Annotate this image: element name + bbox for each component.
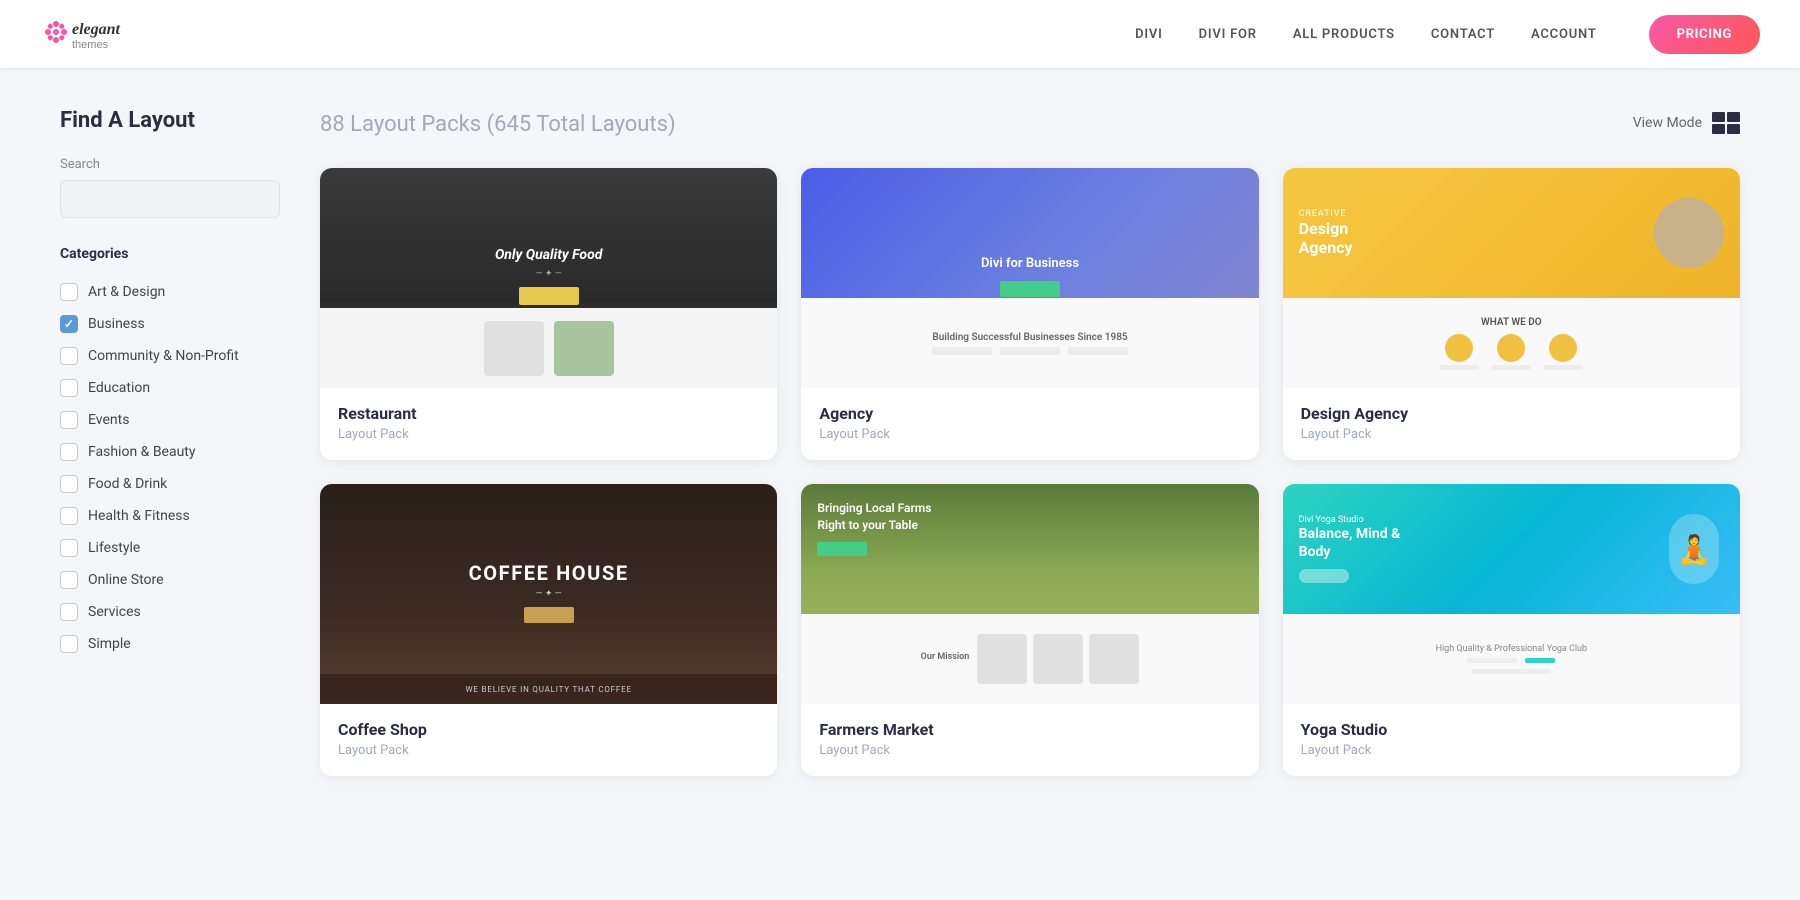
cards-grid: Only Quality Food — ✦ — Restaurant Layout… (320, 168, 1740, 776)
count-label: 88 Layout Packs (320, 112, 487, 137)
category-item-simple[interactable]: Simple (60, 628, 280, 660)
card-subtitle: Layout Pack (338, 743, 759, 758)
card-info: Design Agency Layout Pack (1283, 388, 1740, 460)
card-info: Agency Layout Pack (801, 388, 1258, 460)
navbar: elegant themes DIVI DIVI FOR ALL PRODUCT… (0, 0, 1800, 68)
card-info: Yoga Studio Layout Pack (1283, 704, 1740, 776)
card-thumbnail: Divi for Business Building Successful Bu… (801, 168, 1258, 388)
card-thumbnail: Bringing Local FarmsRight to your Table … (801, 484, 1258, 704)
view-mode-icon[interactable] (1712, 112, 1740, 134)
nav-divi[interactable]: DIVI (1135, 27, 1163, 42)
category-checkbox[interactable] (60, 411, 78, 429)
category-label: Business (88, 316, 145, 332)
nav-account[interactable]: ACCOUNT (1531, 27, 1597, 42)
card-title: Coffee Shop (338, 720, 759, 739)
nav-pricing-button[interactable]: PRICING (1649, 15, 1760, 54)
card-title: Agency (819, 404, 1240, 423)
card-title: Yoga Studio (1301, 720, 1722, 739)
category-label: Health & Fitness (88, 508, 190, 524)
page-wrapper: Find A Layout Search Categories Art & De… (0, 68, 1800, 816)
logo[interactable]: elegant themes (40, 12, 180, 56)
main-content: 88 Layout Packs (645 Total Layouts) View… (320, 108, 1740, 776)
card-subtitle: Layout Pack (1301, 743, 1722, 758)
category-label: Events (88, 412, 129, 428)
category-label: Food & Drink (88, 476, 167, 492)
view-mode-label: View Mode (1633, 115, 1702, 131)
nav-contact[interactable]: CONTACT (1431, 27, 1495, 42)
category-checkbox[interactable] (60, 603, 78, 621)
category-checkbox[interactable] (60, 443, 78, 461)
card-thumbnail: COFFEE HOUSE — ✦ — WE BELIEVE IN QUALITY… (320, 484, 777, 704)
card-thumbnail: Divi Yoga Studio Balance, Mind &Body 🧘 H… (1283, 484, 1740, 704)
category-item-health-&-fitness[interactable]: Health & Fitness (60, 500, 280, 532)
view-mode: View Mode (1633, 112, 1740, 134)
category-item-business[interactable]: Business (60, 308, 280, 340)
card-info: Coffee Shop Layout Pack (320, 704, 777, 776)
main-header: 88 Layout Packs (645 Total Layouts) View… (320, 108, 1740, 138)
card-info: Farmers Market Layout Pack (801, 704, 1258, 776)
card-farmers-market[interactable]: Bringing Local FarmsRight to your Table … (801, 484, 1258, 776)
card-title: Restaurant (338, 404, 759, 423)
sidebar: Find A Layout Search Categories Art & De… (60, 108, 280, 776)
category-item-education[interactable]: Education (60, 372, 280, 404)
category-label: Simple (88, 636, 131, 652)
card-subtitle: Layout Pack (1301, 427, 1722, 442)
card-subtitle: Layout Pack (819, 427, 1240, 442)
category-item-events[interactable]: Events (60, 404, 280, 436)
category-item-services[interactable]: Services (60, 596, 280, 628)
card-subtitle: Layout Pack (338, 427, 759, 442)
category-checkbox[interactable] (60, 347, 78, 365)
category-label: Online Store (88, 572, 164, 588)
card-coffee-shop[interactable]: COFFEE HOUSE — ✦ — WE BELIEVE IN QUALITY… (320, 484, 777, 776)
category-checkbox[interactable] (60, 315, 78, 333)
category-checkbox[interactable] (60, 379, 78, 397)
category-label: Lifestyle (88, 540, 140, 556)
card-thumbnail: Only Quality Food — ✦ — (320, 168, 777, 388)
category-checkbox[interactable] (60, 635, 78, 653)
svg-text:themes: themes (72, 39, 109, 51)
nav-links: DIVI DIVI FOR ALL PRODUCTS CONTACT ACCOU… (1135, 15, 1760, 54)
sidebar-title: Find A Layout (60, 108, 280, 133)
category-checkbox[interactable] (60, 475, 78, 493)
card-title: Design Agency (1301, 404, 1722, 423)
card-title: Farmers Market (819, 720, 1240, 739)
category-item-fashion-&-beauty[interactable]: Fashion & Beauty (60, 436, 280, 468)
category-label: Art & Design (88, 284, 165, 300)
category-checkbox[interactable] (60, 571, 78, 589)
card-restaurant[interactable]: Only Quality Food — ✦ — Restaurant Layout… (320, 168, 777, 460)
categories-list: Art & Design Business Community & Non-Prof… (60, 276, 280, 660)
category-label: Services (88, 604, 141, 620)
search-input[interactable] (60, 180, 280, 218)
card-yoga-studio[interactable]: Divi Yoga Studio Balance, Mind &Body 🧘 H… (1283, 484, 1740, 776)
nav-divi-for[interactable]: DIVI FOR (1199, 27, 1257, 42)
category-label: Community & Non-Profit (88, 348, 239, 364)
category-item-community-&-non-profit[interactable]: Community & Non-Profit (60, 340, 280, 372)
card-agency[interactable]: Divi for Business Building Successful Bu… (801, 168, 1258, 460)
category-item-lifestyle[interactable]: Lifestyle (60, 532, 280, 564)
category-item-online-store[interactable]: Online Store (60, 564, 280, 596)
category-checkbox[interactable] (60, 507, 78, 525)
svg-text:elegant: elegant (72, 21, 121, 38)
card-subtitle: Layout Pack (819, 743, 1240, 758)
layout-count: 88 Layout Packs (645 Total Layouts) (320, 108, 676, 138)
category-item-food-&-drink[interactable]: Food & Drink (60, 468, 280, 500)
category-label: Education (88, 380, 150, 396)
card-design-agency[interactable]: Creative DesignAgency WHAT WE DO (1283, 168, 1740, 460)
category-label: Fashion & Beauty (88, 444, 196, 460)
card-info: Restaurant Layout Pack (320, 388, 777, 460)
nav-all-products[interactable]: ALL PRODUCTS (1293, 27, 1395, 42)
category-checkbox[interactable] (60, 283, 78, 301)
card-thumbnail: Creative DesignAgency WHAT WE DO (1283, 168, 1740, 388)
search-label: Search (60, 157, 280, 172)
count-sub: (645 Total Layouts) (487, 112, 676, 137)
category-item-art-&-design[interactable]: Art & Design (60, 276, 280, 308)
category-checkbox[interactable] (60, 539, 78, 557)
categories-title: Categories (60, 246, 280, 262)
